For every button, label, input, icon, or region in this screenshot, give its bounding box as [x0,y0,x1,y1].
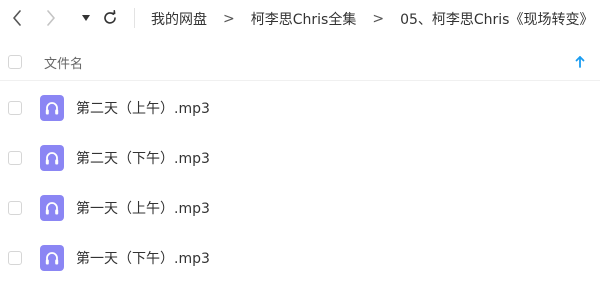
audio-file-icon [40,245,64,271]
breadcrumb-item-current[interactable]: 05、柯李思Chris《现场转变》 [400,9,593,29]
file-name[interactable]: 第一天（下午）.mp3 [76,248,210,268]
audio-file-icon [40,195,64,221]
row-checkbox[interactable] [8,151,22,165]
navigation-bar: 我的网盘 > 柯李思Chris全集 > 05、柯李思Chris《现场转变》 [0,0,600,38]
file-browser: 我的网盘 > 柯李思Chris全集 > 05、柯李思Chris《现场转变》 文件… [0,0,600,289]
refresh-icon [104,10,116,24]
forward-button[interactable] [40,7,62,29]
chevron-left-icon [13,10,21,26]
file-row[interactable]: 第一天（上午）.mp3 [0,183,600,233]
file-name[interactable]: 第二天（下午）.mp3 [76,148,210,168]
breadcrumb-separator: > [372,11,385,27]
audio-file-icon [40,145,64,171]
row-checkbox[interactable] [8,101,22,115]
list-header: 文件名 [0,44,600,81]
audio-file-icon [40,95,64,121]
file-row[interactable]: 第二天（上午）.mp3 [0,83,600,133]
caret-down-icon [82,15,90,21]
breadcrumb-item-root[interactable]: 我的网盘 [151,9,207,29]
file-name[interactable]: 第一天（上午）.mp3 [76,198,210,218]
history-dropdown-button[interactable] [75,7,97,29]
row-checkbox[interactable] [8,201,22,215]
row-checkbox[interactable] [8,251,22,265]
arrow-up-icon[interactable] [573,55,587,69]
breadcrumb-item-collection[interactable]: 柯李思Chris全集 [251,9,357,29]
breadcrumb: 我的网盘 > 柯李思Chris全集 > 05、柯李思Chris《现场转变》 [151,0,600,38]
column-header-filename[interactable]: 文件名 [44,53,83,72]
breadcrumb-separator: > [223,11,235,27]
file-row[interactable]: 第二天（下午）.mp3 [0,133,600,183]
chevron-right-icon [47,10,55,26]
file-name[interactable]: 第二天（上午）.mp3 [76,98,210,118]
select-all-checkbox[interactable] [8,55,22,69]
back-button[interactable] [6,7,28,29]
nav-divider [134,8,135,28]
refresh-button[interactable] [99,7,121,29]
file-row[interactable]: 第一天（下午）.mp3 [0,233,600,283]
